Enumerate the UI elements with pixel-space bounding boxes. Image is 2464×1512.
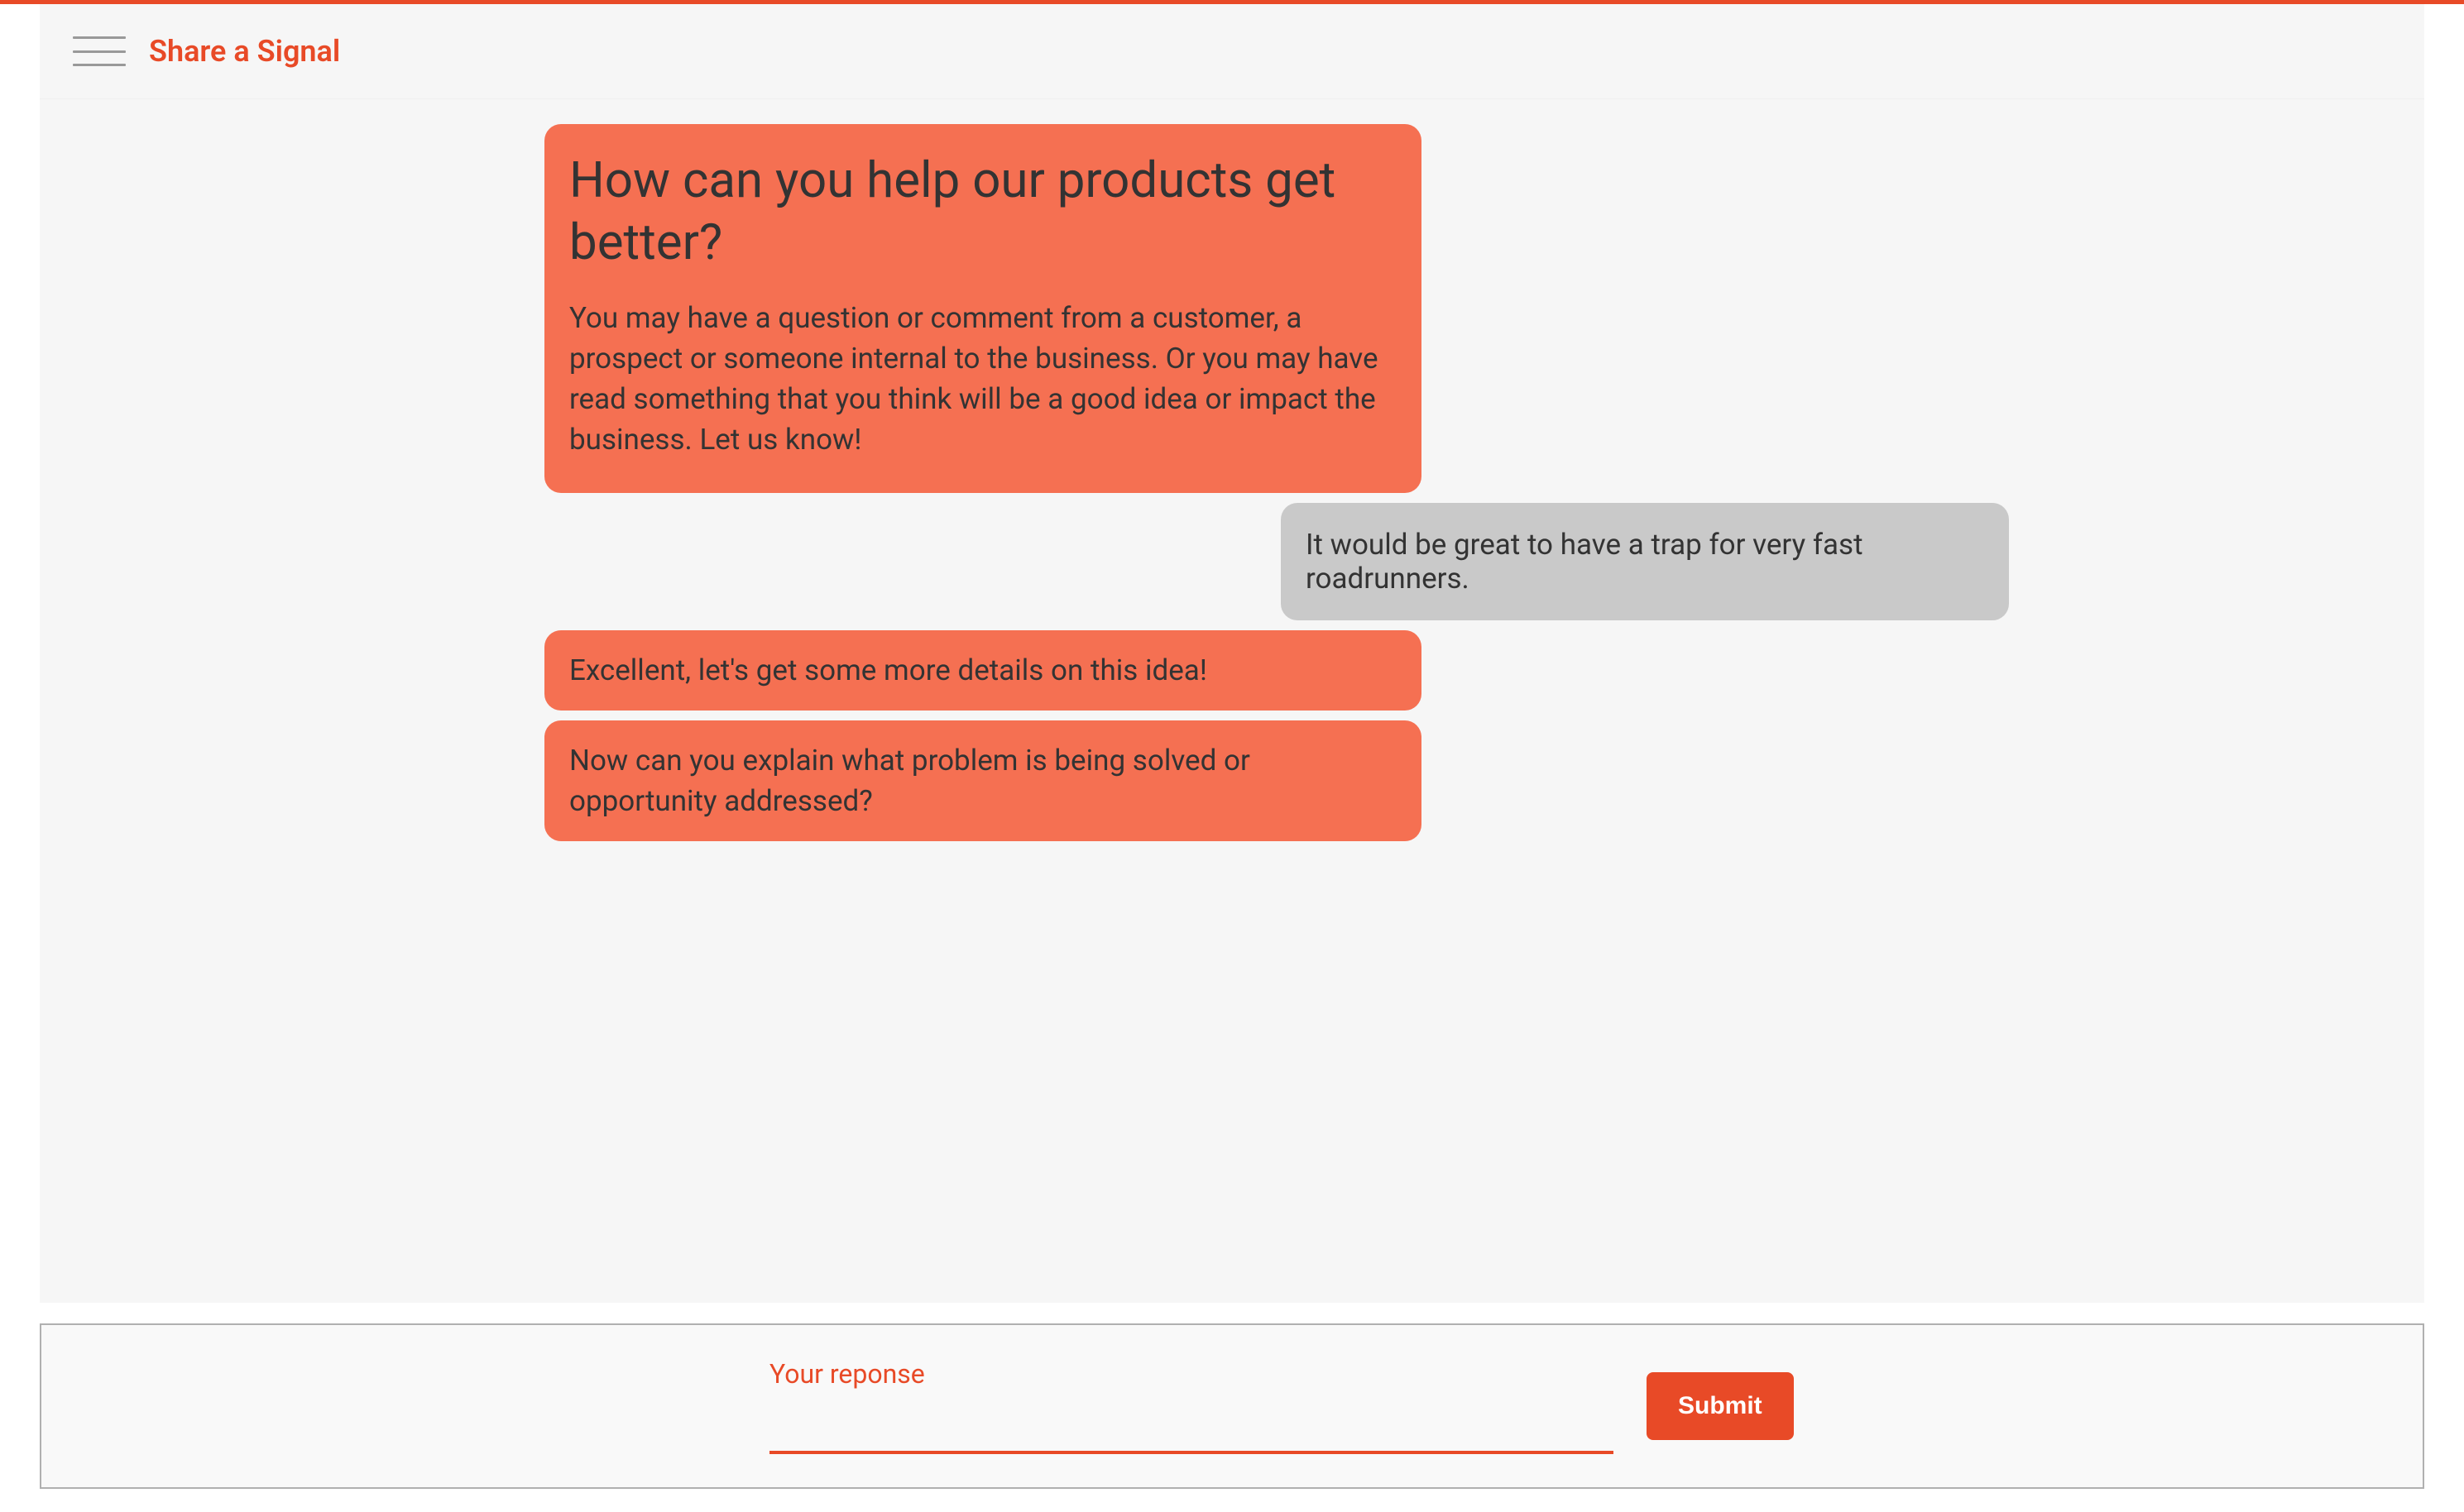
page-title: Share a Signal [149, 34, 340, 69]
menu-icon-line [73, 64, 126, 66]
bot-intro-body: You may have a question or comment from … [569, 298, 1397, 460]
submit-button[interactable]: Submit [1647, 1372, 1794, 1440]
chat-area: How can you help our products get better… [40, 99, 2424, 851]
bot-message-text: Excellent, let's get some more details o… [569, 650, 1397, 691]
bot-message: Excellent, let's get some more details o… [544, 630, 1421, 711]
header-bar: Share a Signal [40, 4, 2424, 99]
user-message-text: It would be great to have a trap for ver… [1306, 528, 1984, 596]
bot-message: Now can you explain what problem is bein… [544, 720, 1421, 841]
bot-message-text: Now can you explain what problem is bein… [569, 740, 1397, 821]
menu-icon[interactable] [73, 36, 126, 66]
response-input[interactable] [769, 1413, 1613, 1454]
response-input-panel: Your reponse Submit [40, 1323, 2424, 1489]
response-input-label: Your reponse [769, 1358, 1613, 1390]
page-wrapper: Share a Signal How can you help our prod… [40, 4, 2424, 1303]
bot-message-intro: How can you help our products get better… [544, 124, 1421, 493]
menu-icon-line [73, 36, 126, 39]
bot-intro-heading: How can you help our products get better… [569, 149, 1397, 273]
user-message: It would be great to have a trap for ver… [1281, 503, 2009, 620]
response-input-wrap: Your reponse [769, 1358, 1613, 1454]
menu-icon-line [73, 50, 126, 53]
